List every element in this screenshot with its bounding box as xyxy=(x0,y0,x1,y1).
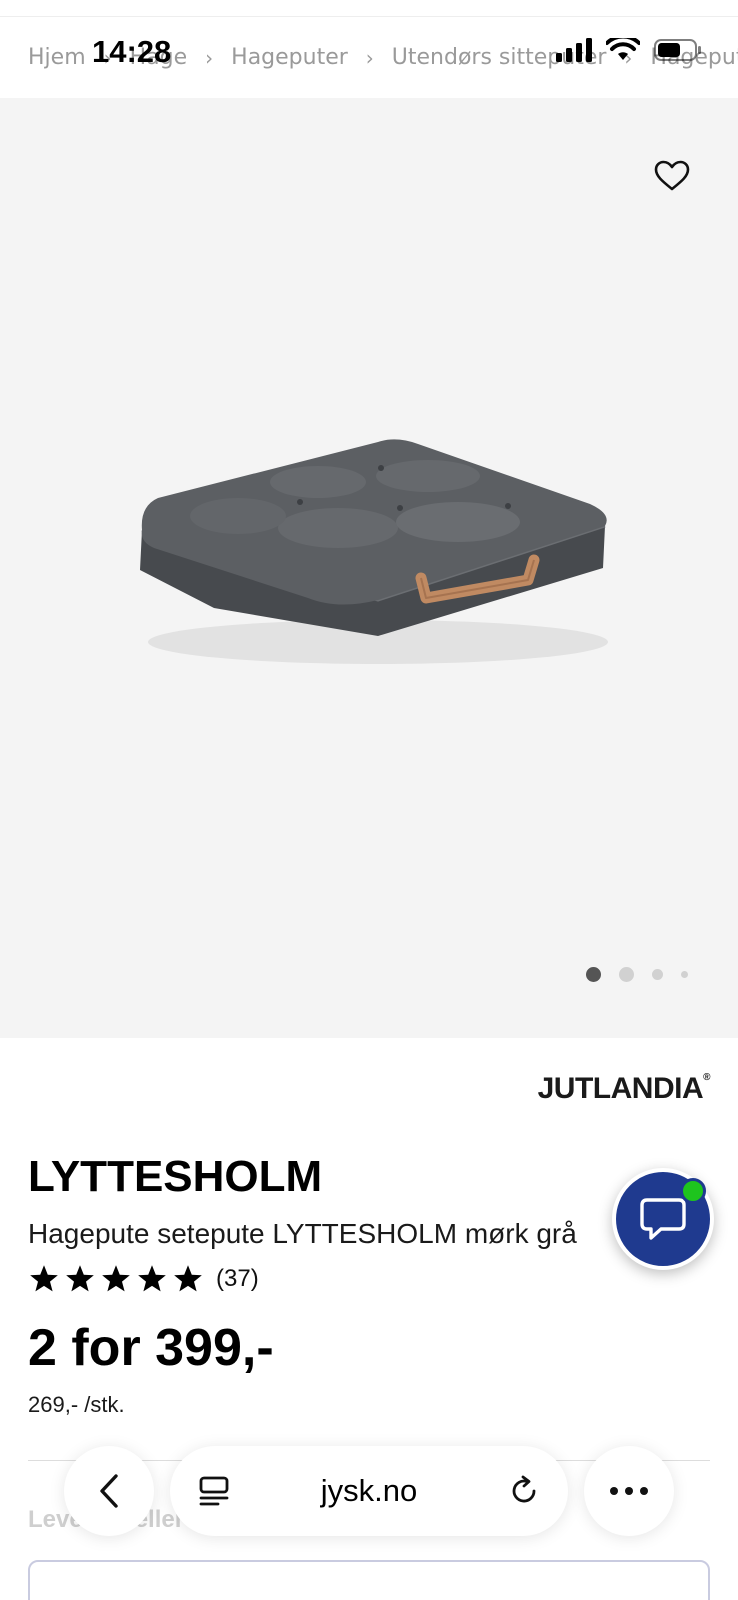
product-description: Hagepute setepute LYTTESHOLM mørk grå xyxy=(28,1218,577,1249)
gallery-pagination xyxy=(586,967,688,982)
more-options-button[interactable] xyxy=(584,1446,674,1536)
breadcrumb-item-home[interactable]: Hjem xyxy=(28,45,86,70)
online-status-dot xyxy=(680,1178,706,1204)
chat-button[interactable] xyxy=(612,1168,714,1270)
star-icon xyxy=(66,1265,94,1292)
status-icons xyxy=(556,38,702,62)
product-image[interactable] xyxy=(128,430,628,670)
cellular-signal-icon xyxy=(556,38,592,62)
more-horizontal-icon xyxy=(610,1487,648,1495)
pagination-dot-active[interactable] xyxy=(586,967,601,982)
chevron-left-icon xyxy=(100,1474,118,1508)
star-icon xyxy=(174,1265,202,1292)
product-name: LYTTESHOLM xyxy=(28,1152,323,1201)
back-button[interactable] xyxy=(64,1446,154,1536)
heart-outline-icon xyxy=(654,160,690,191)
offer-price: 2 for 399,- xyxy=(28,1319,274,1377)
rating-count[interactable]: (37) xyxy=(216,1265,259,1293)
status-time: 14:28 xyxy=(92,34,172,69)
reload-icon[interactable] xyxy=(508,1475,540,1507)
star-icon xyxy=(138,1265,166,1292)
address-bar[interactable]: jysk.no xyxy=(170,1446,568,1536)
breadcrumb-separator: › xyxy=(365,45,374,70)
url-text[interactable]: jysk.no xyxy=(321,1473,417,1509)
brand-logo[interactable]: JUTLANDIA® xyxy=(537,1072,711,1106)
star-icon xyxy=(102,1265,130,1292)
postcode-input[interactable] xyxy=(28,1560,710,1600)
favorite-button[interactable] xyxy=(650,154,694,198)
breadcrumb-separator: › xyxy=(205,45,214,70)
pagination-dot[interactable] xyxy=(681,971,688,978)
tabs-list-icon[interactable] xyxy=(198,1475,230,1507)
pagination-dot[interactable] xyxy=(619,967,634,982)
wifi-icon xyxy=(606,38,640,60)
product-rating[interactable]: (37) xyxy=(28,1264,259,1294)
chat-bubble-icon xyxy=(640,1198,686,1240)
battery-icon xyxy=(654,39,701,61)
breadcrumb-item-garden-cushions[interactable]: Hageputer xyxy=(231,45,348,70)
star-icon xyxy=(30,1265,58,1292)
brand-name: JUTLANDIA xyxy=(537,1072,704,1105)
product-gallery[interactable] xyxy=(0,98,738,1038)
brand-registered-mark: ® xyxy=(703,1072,710,1083)
pagination-dot[interactable] xyxy=(652,969,663,980)
unit-price: 269,- /stk. xyxy=(28,1392,125,1417)
